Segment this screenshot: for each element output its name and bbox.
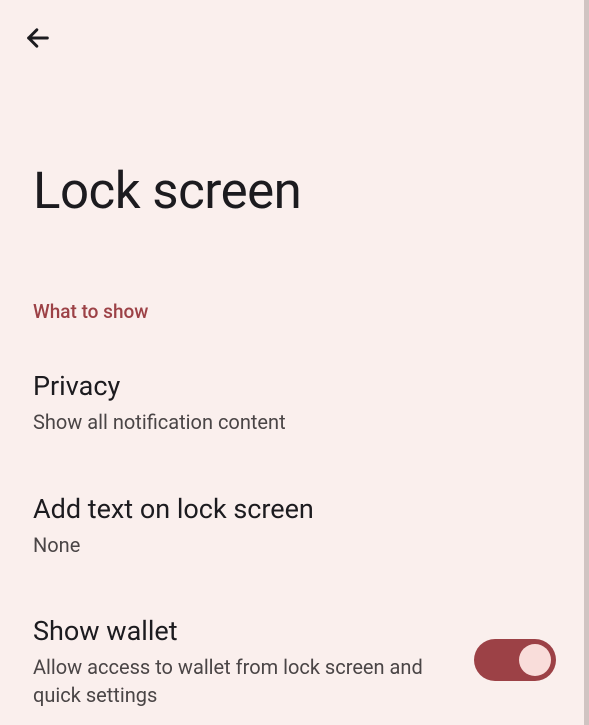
setting-show-wallet[interactable]: Show wallet Allow access to wallet from … xyxy=(33,615,556,709)
back-arrow-icon xyxy=(24,24,52,52)
section-header-what-to-show: What to show xyxy=(33,300,148,323)
setting-add-text-subtitle: None xyxy=(33,531,556,559)
setting-privacy-subtitle: Show all notification content xyxy=(33,408,556,436)
back-button[interactable] xyxy=(20,20,56,56)
setting-show-wallet-title: Show wallet xyxy=(33,615,464,647)
show-wallet-toggle[interactable] xyxy=(474,639,556,681)
toggle-thumb xyxy=(519,644,551,676)
setting-show-wallet-subtitle: Allow access to wallet from lock screen … xyxy=(33,653,464,709)
setting-privacy-title: Privacy xyxy=(33,370,556,402)
setting-add-text[interactable]: Add text on lock screen None xyxy=(33,493,556,559)
scrollbar[interactable] xyxy=(584,0,589,725)
page-title: Lock screen xyxy=(33,162,301,221)
setting-add-text-title: Add text on lock screen xyxy=(33,493,556,525)
setting-show-wallet-content: Show wallet Allow access to wallet from … xyxy=(33,615,464,709)
setting-privacy[interactable]: Privacy Show all notification content xyxy=(33,370,556,436)
